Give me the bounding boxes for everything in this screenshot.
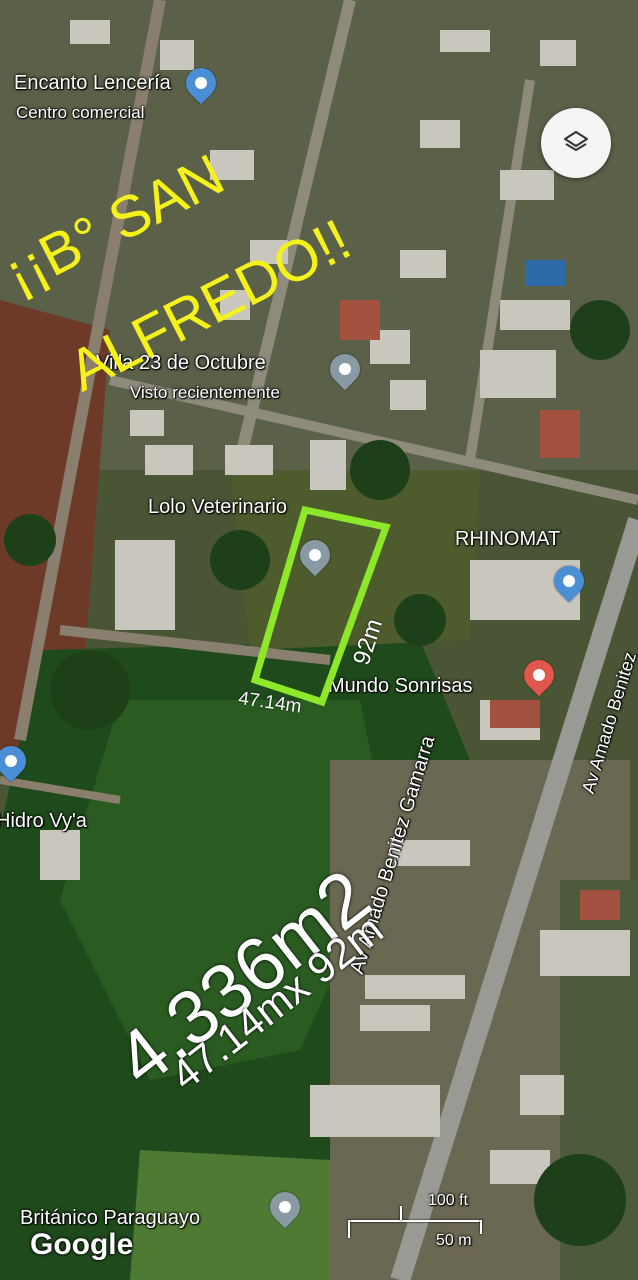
- plot-outline: [250, 505, 391, 707]
- google-logo: Google: [30, 1228, 134, 1261]
- scale-bar: 100 ft 50 m: [340, 1192, 490, 1262]
- scale-metric: 50 m: [436, 1232, 472, 1249]
- scale-imperial: 100 ft: [428, 1192, 469, 1209]
